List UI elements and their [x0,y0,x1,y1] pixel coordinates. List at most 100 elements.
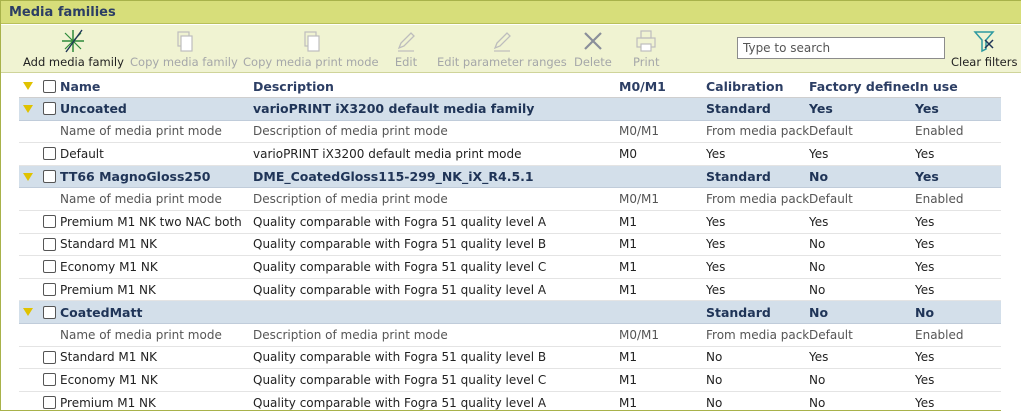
mode-row[interactable]: Premium M1 NK Quality comparable with Fo… [19,392,1001,411]
mode-row[interactable]: Default varioPRINT iX3200 default media … [19,143,1001,166]
add-sparkle-icon [60,27,86,55]
family-in-use: No [915,304,935,320]
subheader-in-use: Enabled [915,192,964,207]
subheader-description: Description of media print mode [253,327,448,342]
expand-toggle[interactable] [19,166,37,188]
table-header-row: Name Description M0/M1 Calibration Facto… [19,75,1001,98]
column-header-calibration[interactable]: Calibration [706,75,809,97]
family-factory-defined: No [809,304,829,320]
row-checkbox[interactable] [41,98,57,120]
expand-toggle[interactable] [19,301,37,323]
pencil-icon [393,27,419,55]
family-row[interactable]: CoatedMatt Standard No No [19,301,1001,324]
media-families-table: Name Description M0/M1 Calibration Facto… [19,75,1001,411]
row-checkbox[interactable] [41,301,57,323]
row-checkbox[interactable] [41,143,57,165]
search-input[interactable] [737,37,945,59]
mode-factory: No [809,259,826,274]
mode-row[interactable]: Standard M1 NK Quality comparable with F… [19,234,1001,257]
row-checkbox[interactable] [41,369,57,391]
mode-factory: No [809,372,826,387]
mode-factory: No [809,237,826,252]
copy-media-family-button[interactable]: Copy media family [130,27,238,71]
family-calibration: Standard [706,304,771,320]
clear-filter-icon [971,27,997,55]
row-checkbox[interactable] [41,211,57,233]
print-label: Print [633,55,660,69]
checkbox-box [42,260,56,274]
print-button[interactable]: Print [633,27,659,71]
family-m0m1 [619,301,705,323]
edit-parameter-ranges-button[interactable]: Edit parameter ranges [437,27,567,71]
collapse-triangle-icon [23,82,33,90]
mode-in-use: Yes [915,259,935,274]
mode-calibration: Yes [706,259,726,274]
row-checkbox[interactable] [41,392,57,411]
row-checkbox[interactable] [41,234,57,256]
copy-media-print-mode-button[interactable]: Copy media print mode [243,27,379,71]
row-checkbox[interactable] [41,347,57,369]
column-header-factory-defined[interactable]: Factory defined [809,75,915,97]
family-description [253,301,619,323]
column-header-m0m1[interactable]: M0/M1 [619,75,705,97]
mode-name: Premium M1 NK two NAC both [60,214,242,229]
mode-row[interactable]: Premium M1 NK two NAC both Quality compa… [19,211,1001,234]
mode-row[interactable]: Premium M1 NK Quality comparable with Fo… [19,279,1001,302]
media-families-window: Media families Add media family Copy med… [0,0,1021,411]
toolbar: Add media family Copy media family Copy … [1,25,1021,73]
subheader-m0m1: M0/M1 [619,124,660,139]
mode-m0m1: M1 [619,282,637,297]
mode-subheader-row: Name of media print mode Description of … [19,188,1001,211]
collapse-all-toggle[interactable] [19,75,37,97]
delete-label: Delete [574,55,612,69]
edit-button[interactable]: Edit [393,27,419,71]
delete-button[interactable]: Delete [574,27,612,71]
family-row[interactable]: TT66 MagnoGloss250 DME_CoatedGloss115-29… [19,165,1001,189]
column-header-name[interactable]: Name [60,75,252,97]
mode-row[interactable]: Economy M1 NK Quality comparable with Fo… [19,369,1001,392]
mode-in-use: Yes [915,372,935,387]
row-checkbox[interactable] [41,166,57,188]
family-factory-defined: Yes [809,101,833,117]
family-row[interactable]: Uncoated varioPRINT iX3200 default media… [19,98,1001,121]
checkbox-box [42,305,56,319]
collapse-triangle-icon [23,104,33,113]
collapse-triangle-icon [23,308,33,317]
mode-name: Premium M1 NK [60,395,156,410]
subheader-m0m1: M0/M1 [619,192,660,207]
row-checkbox[interactable] [41,279,57,301]
checkbox-box [42,79,56,93]
checkbox-box [42,170,56,184]
mode-description: Quality comparable with Fogra 51 quality… [253,395,547,410]
mode-description: Quality comparable with Fogra 51 quality… [253,237,547,252]
family-in-use: Yes [915,169,939,185]
window-title: Media families [1,1,1021,24]
subheader-calibration: From media pack [706,192,809,207]
mode-row[interactable]: Economy M1 NK Quality comparable with Fo… [19,256,1001,279]
copy-media-family-label: Copy media family [130,55,238,69]
add-media-family-label: Add media family [23,55,124,69]
mode-subheader-row: Name of media print mode Description of … [19,324,1001,347]
expand-toggle[interactable] [19,98,37,120]
checkbox-box [42,373,56,387]
mode-m0m1: M0 [619,146,637,161]
copy-icon [298,27,324,55]
family-description: DME_CoatedGloss115-299_NK_iX_R4.5.1 [253,169,534,185]
column-header-in-use[interactable]: In use [915,75,1001,97]
subheader-name: Name of media print mode [60,327,222,342]
select-all-checkbox[interactable] [41,75,57,97]
clear-filters-button[interactable]: Clear filters [951,27,1017,71]
family-name: TT66 MagnoGloss250 [60,169,211,185]
mode-row[interactable]: Standard M1 NK Quality comparable with F… [19,347,1001,370]
column-header-description[interactable]: Description [253,75,619,97]
collapse-triangle-icon [23,172,33,181]
mode-description: Quality comparable with Fogra 51 quality… [253,372,547,387]
row-checkbox[interactable] [41,256,57,278]
family-m0m1 [619,166,705,188]
mode-m0m1: M1 [619,259,637,274]
subheader-in-use: Enabled [915,124,964,139]
add-media-family-button[interactable]: Add media family [23,27,124,71]
checkbox-box [42,237,56,251]
mode-description: Quality comparable with Fogra 51 quality… [253,214,547,229]
family-description: varioPRINT iX3200 default media family [253,101,535,117]
